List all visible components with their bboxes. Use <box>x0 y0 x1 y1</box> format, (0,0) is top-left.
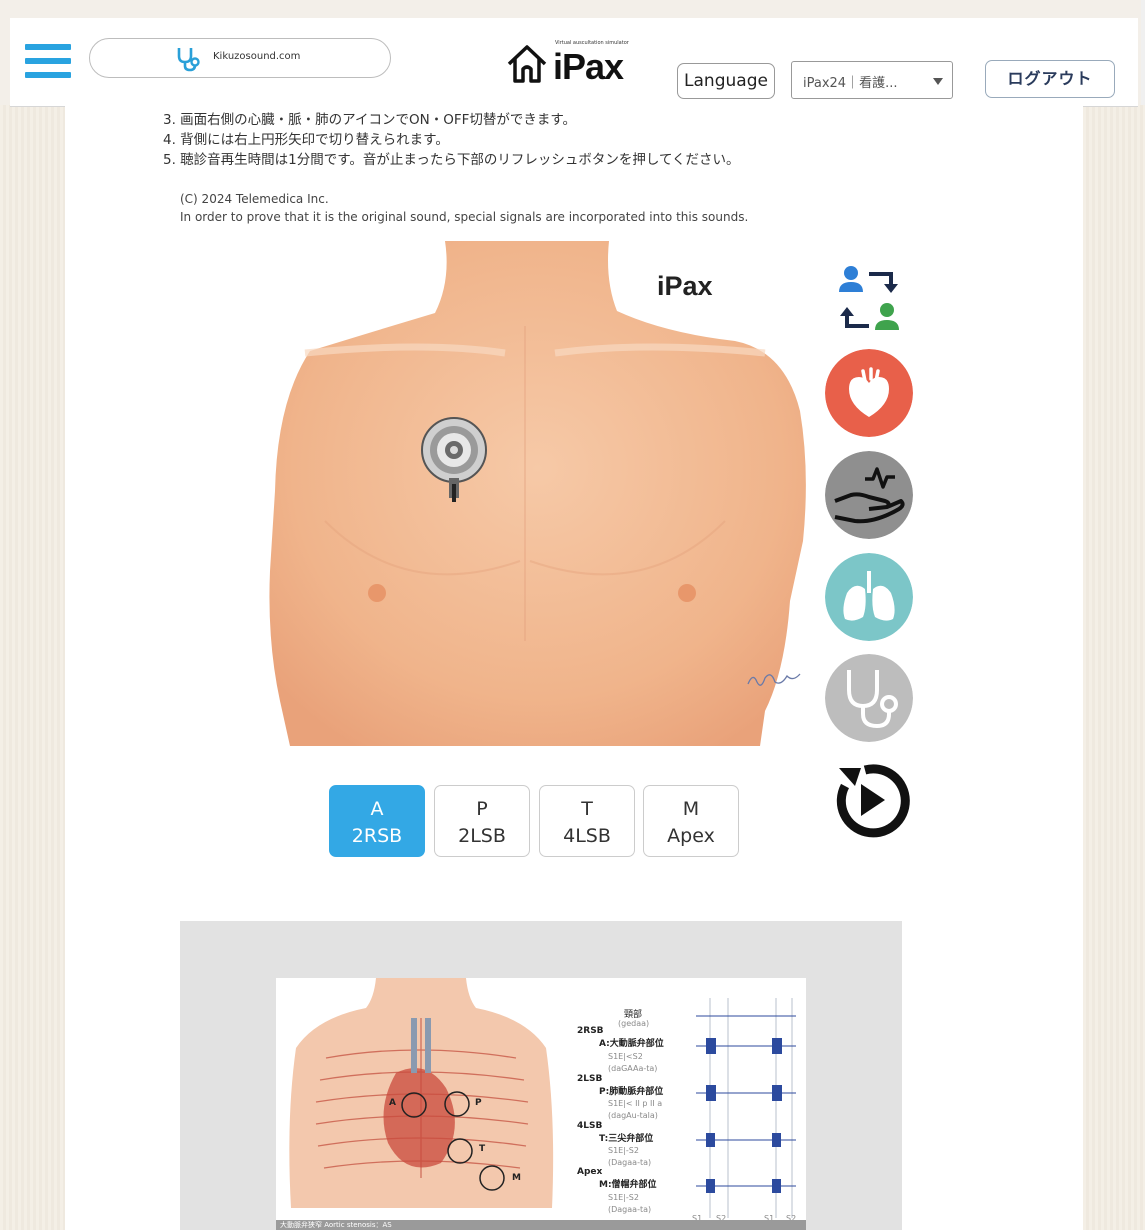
row-detail: S1E|-S2 <box>608 1193 639 1202</box>
home-icon <box>507 45 547 83</box>
heart-icon[interactable] <box>825 349 913 437</box>
position-code: T <box>581 798 593 820</box>
chest-piece-icon[interactable] <box>420 416 490 506</box>
row-site: 2LSB <box>577 1074 603 1084</box>
instruction-line: 3. 画面右側の心臓・脈・肺のアイコンでON・OFF切替ができます。 <box>163 112 577 128</box>
stethoscope-icon[interactable] <box>825 654 913 742</box>
site-link[interactable]: Kikuzosound.com <box>89 38 391 78</box>
pulse-icon[interactable] <box>825 451 913 539</box>
site-name: Kikuzosound.com <box>213 51 301 62</box>
position-site: 2RSB <box>351 825 403 847</box>
top-header: Kikuzosound.com Virtual auscultation sim… <box>10 18 1138 107</box>
row-name: P:肺動脈弁部位 <box>599 1087 664 1097</box>
lung-icon[interactable] <box>825 553 913 641</box>
row-reading: (daGAAa-ta) <box>608 1064 658 1073</box>
row-name: T:三尖弁部位 <box>599 1134 654 1144</box>
position-site: 2LSB <box>458 825 506 847</box>
reference-diagram-panel: A P T M 頸部 (gedaa) 2RSB A:大動脈弁部位 S1E|<S2… <box>180 921 902 1230</box>
row-site: 4LSB <box>577 1121 603 1131</box>
marker-t: T <box>479 1144 486 1154</box>
position-m-button[interactable]: M Apex <box>643 785 739 857</box>
position-a-button[interactable]: A 2RSB <box>329 785 425 857</box>
instruction-line: 4. 背側には右上円形矢印で切り替えられます。 <box>163 132 449 148</box>
copyright-line: (C) 2024 Telemedica Inc. <box>180 192 329 206</box>
marker-p: P <box>475 1098 482 1108</box>
switch-front-back-icon[interactable] <box>825 256 913 344</box>
refresh-play-icon[interactable] <box>825 756 913 844</box>
instruction-line: 5. 聴診音再生時間は1分間です。音が止まったら下部のリフレッシュボタンを押して… <box>163 152 740 168</box>
position-site: Apex <box>667 825 715 847</box>
row-reading: (dagAu-tala) <box>608 1111 658 1120</box>
left-background-panel <box>0 105 65 1230</box>
diagram-caption: 大動脈弁狭窄 Aortic stenosis：AS <box>276 1220 806 1230</box>
language-button[interactable]: Language <box>677 63 775 99</box>
row-reading: (Dagaa-ta) <box>608 1158 652 1167</box>
row-detail: S1E|-S2 <box>608 1146 639 1155</box>
illustrator-signature <box>747 673 801 686</box>
chevron-down-icon <box>933 78 943 85</box>
instructions: 3. 画面右側の心臓・脈・肺のアイコンでON・OFF切替ができます。 4. 背側… <box>163 110 740 170</box>
marker-m: M <box>512 1173 521 1183</box>
row-name: M:僧帽弁部位 <box>599 1180 657 1190</box>
position-code: P <box>476 798 488 820</box>
ipax-watermark: iPax <box>657 271 713 301</box>
row-name: A:大動脈弁部位 <box>599 1039 664 1049</box>
anatomy-diagram <box>289 978 554 1208</box>
row-detail: S1E|< II p II a <box>608 1099 663 1108</box>
heart-sound-waveforms <box>696 998 796 1218</box>
neck-reading: (gedaa) <box>618 1019 650 1028</box>
logout-button[interactable]: ログアウト <box>985 60 1115 98</box>
row-site: 2RSB <box>577 1026 604 1036</box>
position-code: M <box>682 798 700 820</box>
reference-diagram: A P T M 頸部 (gedaa) 2RSB A:大動脈弁部位 S1E|<S2… <box>276 978 806 1230</box>
logo-name: iPax <box>553 46 624 87</box>
main-panel: 3. 画面右側の心臓・脈・肺のアイコンでON・OFF切替ができます。 4. 背側… <box>65 106 1083 1230</box>
marker-a: A <box>389 1098 396 1108</box>
stethoscope-small-icon <box>177 48 200 72</box>
row-detail: S1E|<S2 <box>608 1052 643 1061</box>
row-site: Apex <box>577 1167 603 1177</box>
position-p-button[interactable]: P 2LSB <box>434 785 530 857</box>
model-select[interactable]: iPax24｜看護... <box>791 61 953 99</box>
row-reading: (Dagaa-ta) <box>608 1205 652 1214</box>
copyright: (C) 2024 Telemedica Inc. In order to pro… <box>180 190 748 226</box>
menu-icon[interactable] <box>25 44 71 80</box>
model-select-value: iPax24｜看護... <box>803 76 898 91</box>
right-background-panel <box>1083 105 1145 1230</box>
position-code: A <box>370 798 384 820</box>
copyright-line: In order to prove that it is the origina… <box>180 210 749 224</box>
position-site: 4LSB <box>563 825 611 847</box>
position-t-button[interactable]: T 4LSB <box>539 785 635 857</box>
